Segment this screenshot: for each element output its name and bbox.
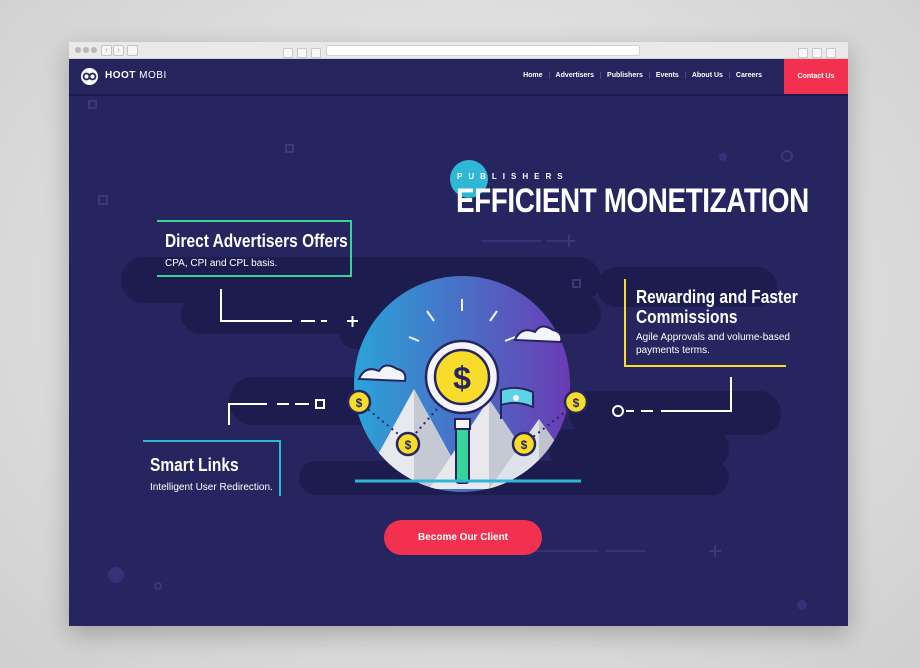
logo-text: MOBI [139,70,167,81]
feature-direct-offers-desc: CPA, CPI and CPL basis. [165,258,278,269]
feature-smart-links-desc: Intelligent User Redirection. [150,482,273,493]
share-icon[interactable] [798,48,808,58]
feature-commissions-desc-line1: Agile Approvals and volume-based [636,332,790,343]
forward-arrow-icon[interactable]: › [113,45,124,56]
window-minimize-dot[interactable] [83,47,89,53]
back-arrow-icon[interactable]: ‹ [101,45,112,56]
section-kicker: PUBLISHERS [457,172,569,181]
feature-commissions-title-line1: Rewarding and Faster [636,287,798,307]
window-maximize-dot[interactable] [91,47,97,53]
main-nav: Home Advertisers Publishers Events About… [517,72,768,79]
feature-direct-offers-title: Direct Advertisers Offers [165,231,348,251]
nav-about-us[interactable]: About Us [684,72,729,79]
sidebar-icon[interactable] [127,45,138,56]
contact-us-button[interactable]: Contact Us [784,59,848,94]
home-icon[interactable] [311,48,321,58]
page-title: EFFICIENT MONETIZATION [456,182,809,220]
site-header: HOOT MOBI Home Advertisers Publishers Ev… [69,59,848,96]
settings-icon[interactable] [826,48,836,58]
tab-icon[interactable] [297,48,307,58]
site-logo[interactable]: HOOT MOBI [105,70,167,81]
browser-window: ‹ › $ $ $ $ $ HOOT MOBI Home Advertisers… [69,42,848,626]
logo-text-bold: HOOT [105,70,136,81]
window-close-dot[interactable] [75,47,81,53]
feature-commissions-title-line2: Commissions [636,307,738,327]
feature-smart-links-title: Smart Links [150,455,239,475]
svg-text:$: $ [453,360,471,396]
nav-publishers[interactable]: Publishers [600,72,649,79]
browser-toolbar: ‹ › [69,42,848,59]
web-page: $ $ $ $ $ HOOT MOBI Home Advertisers Pub… [69,59,848,626]
nav-advertisers[interactable]: Advertisers [548,72,601,79]
address-bar[interactable] [326,45,640,56]
nav-home[interactable]: Home [517,72,548,79]
svg-text:$: $ [521,438,528,452]
svg-text:$: $ [356,396,363,410]
svg-text:$: $ [405,438,412,452]
owl-logo-icon[interactable] [81,68,98,85]
become-client-button[interactable]: Become Our Client [384,520,542,555]
tab-icon[interactable] [283,48,293,58]
svg-text:$: $ [573,396,580,410]
nav-events[interactable]: Events [648,72,685,79]
feature-commissions-desc-line2: payments terms. [636,345,710,356]
search-magnifier-icon: $ [424,339,500,415]
nav-careers[interactable]: Careers [728,72,768,79]
tabs-icon[interactable] [812,48,822,58]
